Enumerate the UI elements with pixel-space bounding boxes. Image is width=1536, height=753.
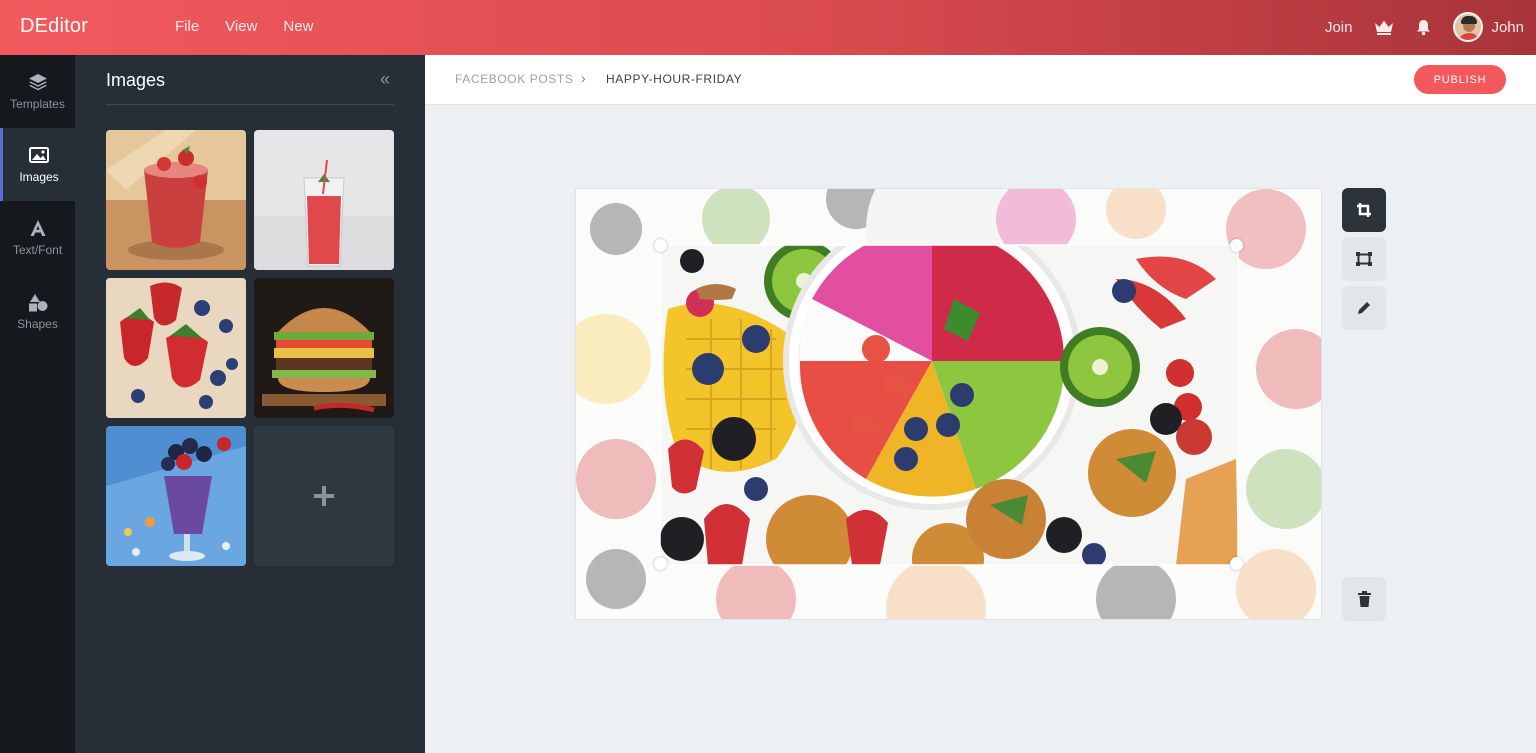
- app-logo[interactable]: DEditor: [20, 15, 88, 38]
- text-font-icon: [0, 217, 75, 239]
- crop-icon: [1357, 203, 1371, 217]
- top-bar: DEditor File View New Join John: [0, 0, 1536, 55]
- resize-tool-button[interactable]: [1342, 237, 1386, 281]
- canvas-image[interactable]: [576, 189, 1322, 620]
- rail-label-templates: Templates: [10, 97, 65, 111]
- crop-handle-bottom-left[interactable]: [654, 557, 667, 570]
- image-thumbnail-parfait[interactable]: [106, 426, 246, 566]
- image-thumbnail-burger[interactable]: [254, 278, 394, 418]
- crown-icon[interactable]: [1374, 19, 1394, 35]
- menu-view[interactable]: View: [225, 18, 257, 35]
- crop-handle-top-left[interactable]: [654, 239, 667, 252]
- rail-item-text-font[interactable]: Text/Font: [0, 201, 75, 274]
- menu-file[interactable]: File: [175, 18, 199, 35]
- image-thumbnail-strawberries[interactable]: [106, 278, 246, 418]
- crop-tool-button[interactable]: [1342, 188, 1386, 232]
- user-area: Join John: [1325, 12, 1524, 42]
- publish-button[interactable]: PUBLISH: [1414, 65, 1506, 94]
- crop-handle-top-right[interactable]: [1230, 239, 1243, 252]
- user-name[interactable]: John: [1491, 19, 1524, 36]
- rail-label-text-font: Text/Font: [12, 243, 63, 257]
- rail-item-images[interactable]: Images: [0, 128, 75, 201]
- rail-label-images: Images: [19, 170, 59, 184]
- images-panel: Images «: [75, 55, 425, 753]
- breadcrumb-current: HAPPY-HOUR-FRIDAY: [606, 72, 743, 86]
- crop-handle-bottom-right[interactable]: [1230, 557, 1243, 570]
- rail-item-templates[interactable]: Templates: [0, 55, 75, 128]
- rail-label-shapes: Shapes: [17, 317, 58, 331]
- left-rail: Templates Images Text/Font Shapes: [0, 55, 75, 753]
- panel-divider: [106, 104, 394, 105]
- add-image-button[interactable]: [254, 426, 394, 566]
- editor-header: FACEBOOK POSTS › HAPPY-HOUR-FRIDAY PUBLI…: [425, 55, 1536, 105]
- layers-icon: [0, 71, 75, 93]
- delete-button[interactable]: [1342, 577, 1386, 621]
- resize-icon: [1356, 252, 1372, 266]
- trash-icon: [1357, 591, 1371, 607]
- plus-icon: [314, 486, 334, 506]
- breadcrumb-parent[interactable]: FACEBOOK POSTS: [455, 72, 573, 86]
- shapes-icon: [0, 291, 75, 313]
- top-menu: File View New: [175, 18, 339, 35]
- edit-pencil-icon: [1358, 302, 1370, 314]
- image-icon: [3, 144, 75, 166]
- panel-title: Images: [106, 70, 166, 90]
- edit-tool-button[interactable]: [1342, 286, 1386, 330]
- avatar[interactable]: [1453, 12, 1484, 42]
- image-thumbnail-red-smoothie[interactable]: [254, 130, 394, 270]
- design-canvas[interactable]: [575, 188, 1322, 620]
- rail-item-shapes[interactable]: Shapes: [0, 275, 75, 348]
- image-thumbnail-smoothie-glass[interactable]: [106, 130, 246, 270]
- join-link[interactable]: Join: [1325, 19, 1353, 36]
- collapse-panel-icon[interactable]: «: [380, 69, 390, 90]
- menu-new[interactable]: New: [283, 18, 313, 35]
- bell-icon[interactable]: [1416, 19, 1431, 36]
- breadcrumb-separator: ›: [581, 70, 586, 86]
